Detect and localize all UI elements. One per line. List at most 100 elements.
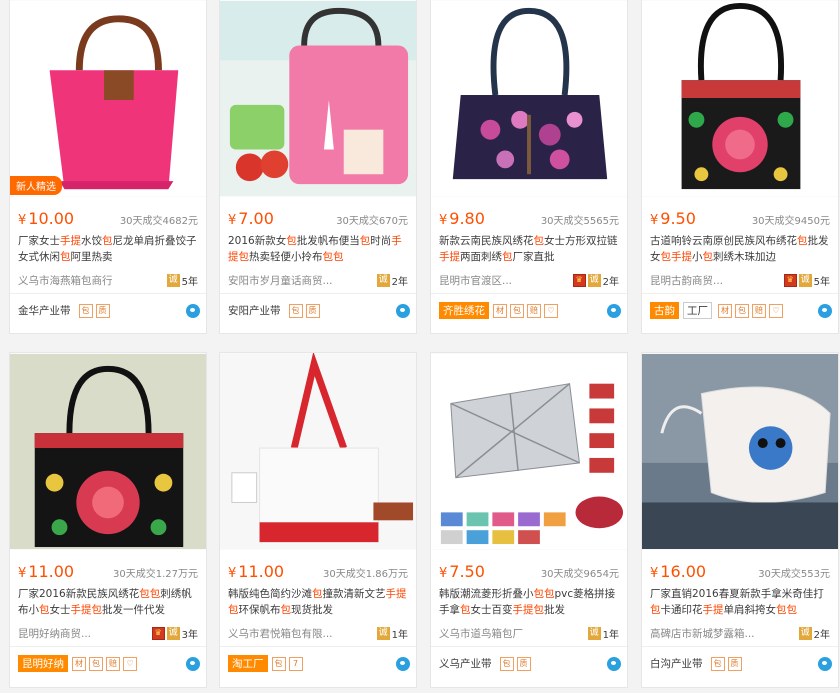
industry-belt-link[interactable]: 义乌产业带 xyxy=(439,656,492,671)
product-title[interactable]: 厂家直销2016春夏新款手拿米奇佳打包卡通印花手提单肩斜挎女包包 xyxy=(642,580,838,620)
shop-name[interactable]: 安阳市岁月童话商贸... xyxy=(228,273,333,288)
product-title[interactable]: 韩版纯色简约沙滩包撞款清新文艺手提包环保帆布包现货批发 xyxy=(220,580,416,620)
wangwang-chat-icon[interactable] xyxy=(607,657,621,671)
product-title[interactable]: 新款云南民族风绣花包女士方形双拉链手提两面刺绣包厂家直批 xyxy=(431,227,627,267)
product-image[interactable] xyxy=(431,353,627,550)
service-icon[interactable]: 质 xyxy=(305,303,320,318)
service-icon[interactable]: ♡ xyxy=(123,656,137,671)
wangwang-chat-icon[interactable] xyxy=(818,304,832,318)
service-icon[interactable]: 赔 xyxy=(752,303,766,318)
crown-icon: ♛ xyxy=(151,626,165,640)
keyword-highlight: 包 xyxy=(460,604,471,616)
wangwang-chat-icon[interactable] xyxy=(186,304,200,318)
wangwang-chat-icon[interactable] xyxy=(818,657,832,671)
product-price: ¥9.80 xyxy=(439,209,485,228)
industry-belt-link[interactable]: 齐胜绣花 xyxy=(439,302,489,319)
product-image[interactable] xyxy=(642,353,838,550)
product-image[interactable] xyxy=(431,0,627,197)
new-pick-badge: 新人精选 xyxy=(10,176,62,195)
service-icon[interactable]: 赔 xyxy=(106,656,120,671)
service-icon[interactable]: 材 xyxy=(493,303,507,318)
product-card[interactable]: ¥16.00 30天成交553元 厂家直销2016春夏新款手拿米奇佳打包卡通印花… xyxy=(641,352,839,688)
keyword-highlight: 包 xyxy=(312,588,323,600)
service-icon[interactable]: 包 xyxy=(510,303,524,318)
keyword-highlight: 手提 xyxy=(60,235,81,247)
product-image[interactable] xyxy=(220,353,416,550)
product-card[interactable]: ¥11.00 30天成交1.27万元 厂家2016新款民族风绣花包包刺绣帆布小包… xyxy=(9,352,207,688)
currency-symbol: ¥ xyxy=(650,566,659,581)
product-price: ¥11.00 xyxy=(228,562,285,581)
seller-credentials: ♛ 诚 5年 xyxy=(783,273,830,288)
product-price: ¥9.50 xyxy=(650,209,696,228)
service-icon[interactable]: 赔 xyxy=(527,303,541,318)
product-card[interactable]: 新人精选 ¥10.00 30天成交4682元 厂家女士手提水饺包尼龙单肩折叠饺子… xyxy=(9,0,207,334)
industry-belt-link[interactable]: 安阳产业带 xyxy=(228,303,281,318)
product-title[interactable]: 厂家女士手提水饺包尼龙单肩折叠饺子女式休闲包阿里热卖 xyxy=(10,227,206,267)
product-image[interactable] xyxy=(220,0,416,197)
product-title[interactable]: 2016新款女包批发帆布便当包时尚手提包热卖轻便小拎布包包 xyxy=(220,227,416,267)
shop-name[interactable]: 高碑店市新城梦露箱... xyxy=(650,626,755,641)
seller-years: 5年 xyxy=(813,276,830,288)
factory-tag: 工厂 xyxy=(683,302,712,319)
product-title[interactable]: 韩版潮流菱形折叠小包包pvc菱格拼接手拿包女士百变手提包批发 xyxy=(431,580,627,620)
keyword-highlight: 包 xyxy=(502,251,513,263)
product-card[interactable]: ¥9.80 30天成交5565元 新款云南民族风绣花包女士方形双拉链手提两面刺绣… xyxy=(430,0,628,334)
industry-belt-link[interactable]: 古韵 xyxy=(650,302,679,319)
sales-volume: 30天成交1.27万元 xyxy=(113,569,198,580)
product-image[interactable]: 新人精选 xyxy=(10,0,206,197)
service-icon[interactable]: 包 xyxy=(499,656,514,671)
service-icon[interactable]: 材 xyxy=(72,656,86,671)
service-icon[interactable]: ♡ xyxy=(769,303,783,318)
keyword-highlight: 包 xyxy=(39,604,50,616)
service-icon[interactable]: 包 xyxy=(735,303,749,318)
seller-years: 5年 xyxy=(181,276,198,288)
service-icon[interactable]: 质 xyxy=(516,656,531,671)
product-card[interactable]: ¥7.50 30天成交9654元 韩版潮流菱形折叠小包包pvc菱格拼接手拿包女士… xyxy=(430,352,628,688)
service-icon[interactable]: ♡ xyxy=(544,303,558,318)
seller-credentials: 诚 2年 xyxy=(376,273,408,288)
product-price: ¥11.00 xyxy=(18,562,75,581)
product-card[interactable]: ¥7.00 30天成交670元 2016新款女包批发帆布便当包时尚手提包热卖轻便… xyxy=(219,0,417,334)
product-card[interactable]: ¥11.00 30天成交1.86万元 韩版纯色简约沙滩包撞款清新文艺手提包环保帆… xyxy=(219,352,417,688)
keyword-highlight: 包 xyxy=(139,588,150,600)
service-icon[interactable]: 包 xyxy=(78,303,93,318)
service-icon[interactable]: 包 xyxy=(710,656,725,671)
service-icon[interactable]: 包 xyxy=(89,656,103,671)
currency-symbol: ¥ xyxy=(228,566,237,581)
trust-icon: 诚 xyxy=(798,273,812,287)
wangwang-chat-icon[interactable] xyxy=(607,304,621,318)
product-title[interactable]: 古道响铃云南原创民族风布绣花包批发女包手提小包刺绣木珠加边 xyxy=(642,227,838,267)
keyword-highlight: 包 xyxy=(322,251,334,263)
shop-name[interactable]: 义乌市君悦箱包有限... xyxy=(228,626,333,641)
seller-credentials: 诚 5年 xyxy=(166,273,198,288)
wangwang-chat-icon[interactable] xyxy=(396,657,410,671)
product-title[interactable]: 厂家2016新款民族风绣花包包刺绣帆布小包女士手提包批发一件代发 xyxy=(10,580,206,620)
shop-name[interactable]: 昆明市官渡区... xyxy=(439,273,512,288)
wangwang-chat-icon[interactable] xyxy=(396,304,410,318)
service-icon[interactable]: 7 xyxy=(288,656,303,671)
shop-name[interactable]: 昆明古韵商贸... xyxy=(650,273,723,288)
service-icon[interactable]: 包 xyxy=(271,656,286,671)
shop-name[interactable]: 义乌市海燕箱包商行 xyxy=(18,273,113,288)
wangwang-chat-icon[interactable] xyxy=(186,657,200,671)
industry-belt-link[interactable]: 淘工厂 xyxy=(228,655,268,672)
service-icon[interactable]: 质 xyxy=(95,303,110,318)
shop-name[interactable]: 昆明好纳商贸... xyxy=(18,626,91,641)
seller-credentials: 诚 1年 xyxy=(587,626,619,641)
keyword-highlight: 包 xyxy=(149,588,161,600)
seller-credentials: ♛ 诚 3年 xyxy=(151,626,198,641)
service-icon[interactable]: 包 xyxy=(288,303,303,318)
product-price: ¥7.00 xyxy=(228,209,274,228)
currency-symbol: ¥ xyxy=(650,213,659,228)
service-icon[interactable]: 质 xyxy=(727,656,742,671)
shop-name[interactable]: 义乌市道鸟箱包厂 xyxy=(439,626,523,641)
industry-belt-link[interactable]: 昆明好纳 xyxy=(18,655,68,672)
product-card[interactable]: ¥9.50 30天成交9450元 古道响铃云南原创民族风布绣花包批发女包手提小包… xyxy=(641,0,839,334)
service-icon[interactable]: 材 xyxy=(718,303,732,318)
product-image[interactable] xyxy=(10,353,206,550)
seller-years: 2年 xyxy=(391,276,408,288)
industry-belt-link[interactable]: 白沟产业带 xyxy=(650,656,703,671)
trust-icon: 诚 xyxy=(798,626,812,640)
industry-belt-link[interactable]: 金华产业带 xyxy=(18,303,71,318)
product-image[interactable] xyxy=(642,0,838,197)
